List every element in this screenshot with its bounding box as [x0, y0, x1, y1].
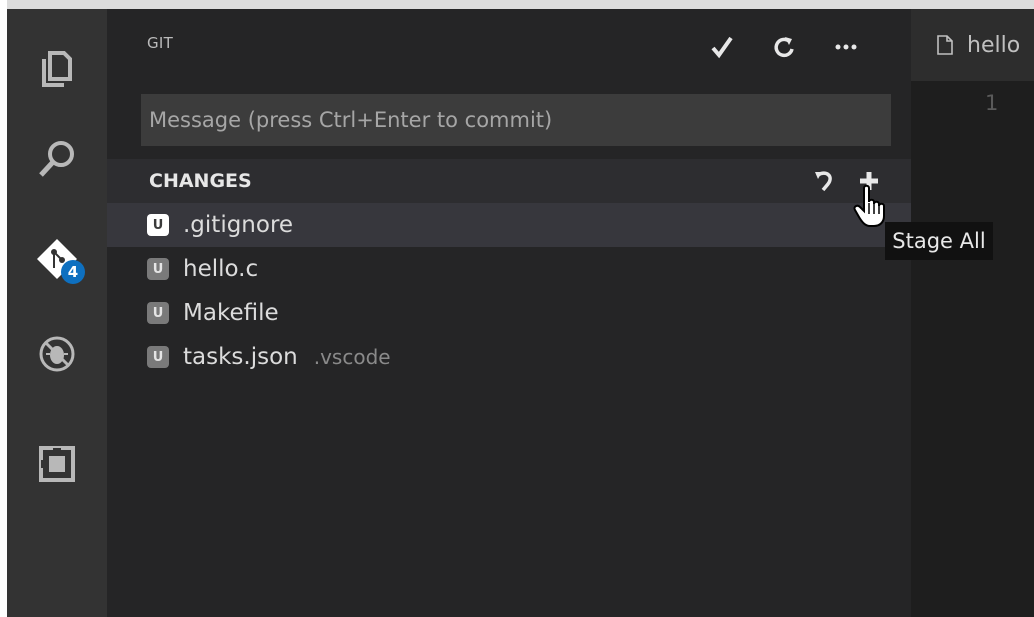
- untracked-badge: U: [147, 214, 169, 236]
- activity-search[interactable]: [7, 119, 107, 199]
- activity-bar: 4: [7, 9, 107, 617]
- more-icon: [835, 44, 857, 50]
- refresh-button[interactable]: [753, 29, 815, 65]
- refresh-icon: [774, 37, 794, 58]
- discard-all-button[interactable]: [809, 165, 841, 197]
- commit-button[interactable]: [691, 29, 753, 65]
- explorer-icon: [42, 51, 72, 87]
- file-icon: [937, 35, 953, 55]
- file-name: Makefile: [183, 300, 279, 326]
- vscode-window: 4 GIT Message (press Ctrl+Enter to commi…: [7, 9, 1034, 617]
- file-row[interactable]: U tasks.json .vscode: [107, 335, 911, 379]
- file-name: tasks.json: [183, 344, 298, 370]
- tab-bar: hello: [911, 9, 1034, 81]
- file-name: .gitignore: [183, 212, 294, 238]
- activity-explorer[interactable]: [7, 29, 107, 109]
- git-changes-badge: 4: [61, 260, 85, 284]
- search-icon: [39, 141, 74, 177]
- sidebar-actions: [691, 29, 877, 65]
- check-icon: [711, 36, 733, 59]
- window-frame-left: [0, 0, 7, 617]
- tab-label: hello: [967, 32, 1021, 58]
- untracked-badge: U: [147, 302, 169, 324]
- editor-area: hello 1: [911, 9, 1034, 617]
- more-actions-button[interactable]: [815, 29, 877, 65]
- sidebar-title: GIT: [147, 34, 174, 52]
- commit-message-input[interactable]: [141, 94, 891, 146]
- activity-debug[interactable]: [7, 314, 107, 394]
- file-row[interactable]: U hello.c: [107, 247, 911, 291]
- untracked-badge: U: [147, 346, 169, 368]
- changes-title: CHANGES: [149, 170, 252, 192]
- changes-section-header[interactable]: CHANGES: [107, 159, 911, 203]
- git-sidebar: GIT CHANGE: [107, 9, 911, 617]
- line-number: 1: [985, 91, 999, 115]
- window-frame-top: [0, 0, 1034, 9]
- debug-icon: [39, 336, 75, 372]
- file-name: hello.c: [183, 256, 259, 282]
- file-row[interactable]: U .gitignore: [107, 203, 911, 247]
- undo-icon: [815, 171, 832, 192]
- activity-git[interactable]: 4: [7, 219, 107, 299]
- stage-all-tooltip: Stage All: [885, 222, 993, 260]
- activity-extensions[interactable]: [7, 424, 107, 504]
- untracked-badge: U: [147, 258, 169, 280]
- extensions-icon: [39, 446, 75, 482]
- file-row[interactable]: U Makefile: [107, 291, 911, 335]
- tab-hello[interactable]: hello: [911, 9, 1034, 81]
- file-directory: .vscode: [313, 345, 391, 369]
